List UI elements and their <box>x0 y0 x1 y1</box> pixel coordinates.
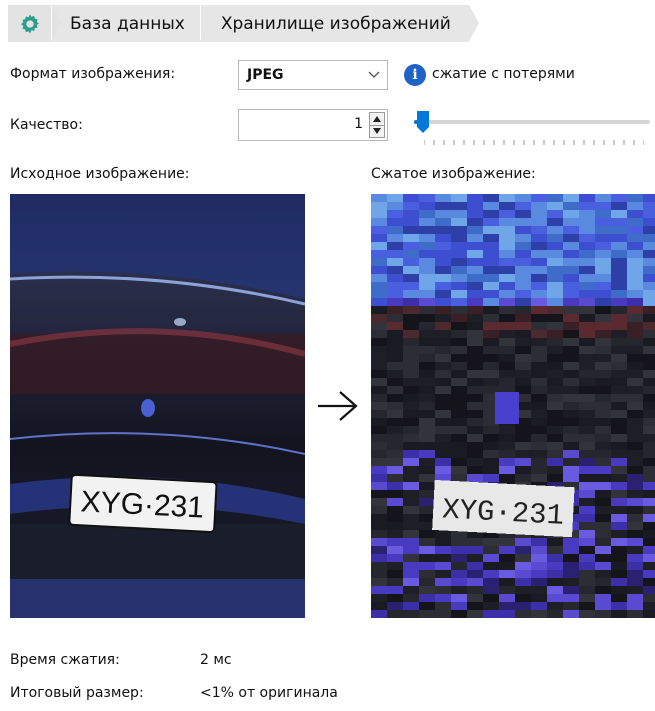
breadcrumb-label: База данных <box>70 13 185 34</box>
original-image: XYG·231 <box>10 194 305 618</box>
format-select[interactable]: JPEG <box>238 60 388 90</box>
compressed-image-label: Сжатое изображение: <box>371 166 536 182</box>
quality-slider[interactable] <box>414 120 650 124</box>
quality-label: Качество: <box>10 117 83 133</box>
info-icon: i <box>404 64 426 86</box>
license-plate-text: XYG·231 <box>441 493 564 532</box>
format-value: JPEG <box>247 67 284 83</box>
compression-note: сжатие с потерями <box>432 66 575 82</box>
arrow-down-icon <box>373 128 381 134</box>
arrow-right-icon <box>318 391 358 421</box>
breadcrumb-item-image-storage[interactable]: Хранилище изображений <box>199 5 479 42</box>
breadcrumb-label: Хранилище изображений <box>220 13 451 34</box>
chevron-down-icon <box>368 71 380 78</box>
settings-button[interactable] <box>8 5 62 42</box>
format-label: Формат изображения: <box>10 66 176 82</box>
quality-slider-thumb[interactable] <box>416 110 430 134</box>
arrow-up-icon <box>373 116 381 122</box>
compressed-image: XYG·231 <box>371 194 655 618</box>
spin-down-button[interactable] <box>370 125 384 137</box>
quality-spinbox[interactable]: 1 <box>238 109 388 141</box>
breadcrumb: База данных Хранилище изображений <box>8 5 479 42</box>
original-image-label: Исходное изображение: <box>10 166 190 182</box>
compression-time-value: 2 мс <box>200 652 232 668</box>
compression-time-label: Время сжатия: <box>10 652 120 668</box>
license-plate-text: XYG·231 <box>80 485 205 524</box>
slider-ticks <box>424 140 644 145</box>
spin-buttons <box>369 112 385 138</box>
result-size-value: <1% от оригинала <box>200 685 338 701</box>
breadcrumb-item-database[interactable]: База данных <box>51 5 211 42</box>
quality-value: 1 <box>354 116 363 132</box>
gear-icon <box>20 13 40 34</box>
result-size-label: Итоговый размер: <box>10 685 144 701</box>
